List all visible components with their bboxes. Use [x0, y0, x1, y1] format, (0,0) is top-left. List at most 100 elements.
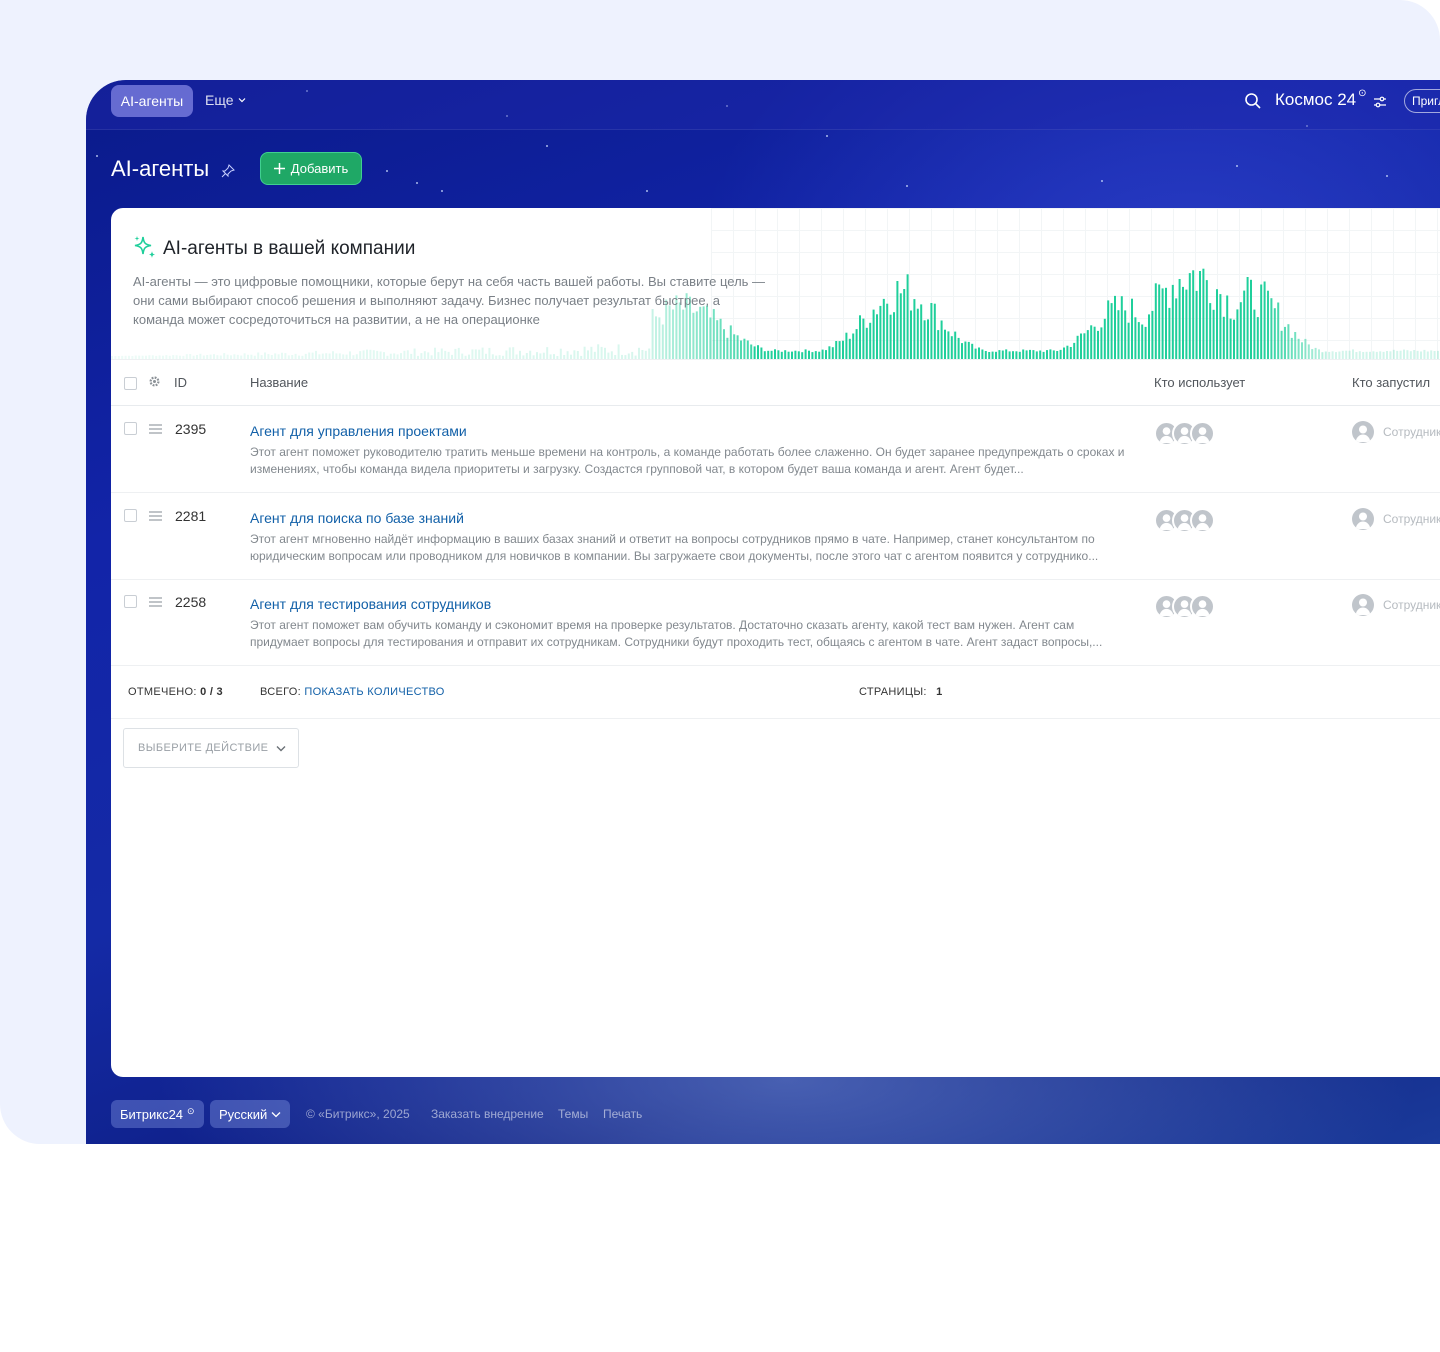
users-avatars[interactable] — [1154, 594, 1216, 620]
show-count-link[interactable]: ПОКАЗАТЬ КОЛИЧЕСТВО — [304, 686, 444, 698]
decorative-bar — [1154, 283, 1157, 359]
decorative-bar — [1301, 342, 1303, 359]
print-link[interactable]: Печать — [603, 1107, 642, 1121]
decorative-bar — [522, 355, 525, 359]
banner-title: AI-агенты в вашей компании — [163, 238, 416, 259]
column-users[interactable]: Кто использует — [1154, 375, 1245, 390]
decorative-bar — [437, 352, 440, 359]
agent-description: Этот агент поможет вам обучить команду и… — [250, 618, 1103, 649]
decorative-bar — [403, 350, 406, 359]
menu-lines-icon[interactable] — [149, 597, 162, 607]
decorative-bar — [848, 338, 851, 359]
decorative-bar — [485, 353, 487, 359]
launched-by[interactable]: Сотрудник — [1352, 594, 1440, 616]
column-name[interactable]: Название — [250, 375, 308, 390]
top-navigation: AI-агенты Еще Космос 24 ⊙ Пригласить — [86, 80, 1440, 130]
decorative-bar — [842, 340, 844, 359]
intro-banner: AI-агенты в вашей компании AI-агенты — э… — [111, 208, 1440, 360]
decorative-bar — [736, 335, 739, 359]
themes-link[interactable]: Темы — [558, 1107, 588, 1121]
decorative-bar — [991, 351, 994, 359]
row-checkbox[interactable] — [124, 422, 137, 435]
more-menu[interactable]: Еще — [205, 92, 246, 108]
decorative-bar — [168, 355, 171, 359]
decorative-bar — [434, 347, 436, 359]
table-row[interactable]: 2258 Агент для тестирования сотрудников Эт… — [111, 579, 1440, 666]
row-checkbox[interactable] — [124, 508, 137, 522]
search-icon[interactable] — [1244, 92, 1262, 110]
decorative-bar — [359, 351, 362, 359]
select-all-checkbox[interactable] — [124, 377, 137, 390]
decorative-bar — [1389, 351, 1392, 359]
decorative-bar — [1107, 300, 1110, 359]
decorative-bar — [1175, 298, 1178, 359]
column-launched-by[interactable]: Кто запустил — [1352, 375, 1430, 390]
decorative-bar — [488, 347, 491, 359]
settings-sliders-icon[interactable] — [1373, 95, 1387, 109]
decorative-bar — [294, 353, 297, 359]
table-row[interactable]: 2281 Агент для поиска по базе знаний Этот … — [111, 493, 1440, 580]
bitrix24-button[interactable]: Битрикс24 ⊙ — [111, 1100, 204, 1128]
chevron-down-icon — [238, 98, 245, 103]
decorative-bar — [1141, 324, 1144, 359]
action-select[interactable]: ВЫБЕРИТЕ ДЕЙСТВИЕ — [123, 728, 299, 768]
decorative-bar — [311, 352, 314, 359]
launched-by[interactable]: Сотрудник — [1352, 507, 1440, 530]
decorative-bar — [1205, 280, 1208, 359]
row-checkbox[interactable] — [124, 595, 137, 608]
decorative-bar — [1049, 349, 1052, 359]
decorative-bar — [1345, 350, 1348, 359]
agent-title-link[interactable]: Агент для тестирования сотрудников — [250, 596, 491, 612]
menu-lines-icon[interactable] — [149, 424, 162, 434]
decorative-bar — [1005, 349, 1008, 359]
decorative-bar — [801, 352, 804, 359]
star — [1236, 165, 1238, 167]
decorative-bar — [556, 356, 559, 359]
decorative-bar — [767, 350, 770, 359]
table-header: ID Название Кто использует Кто запустил — [111, 360, 1440, 406]
decorative-bar — [1012, 351, 1014, 359]
pin-icon[interactable] — [221, 164, 235, 178]
decorative-bar — [202, 355, 205, 359]
users-avatars[interactable] — [1154, 421, 1216, 447]
decorative-bar — [1018, 351, 1021, 359]
decorative-bar — [1219, 294, 1222, 359]
decorative-bar — [117, 356, 120, 359]
agent-title-link[interactable]: Агент для поиска по базе знаний — [250, 510, 464, 526]
page-1-link[interactable]: 1 — [936, 686, 942, 698]
order-implementation-link[interactable]: Заказать внедрение — [431, 1107, 544, 1121]
decorative-bar — [1168, 307, 1171, 359]
column-id[interactable]: ID — [174, 375, 187, 390]
decorative-bar — [927, 319, 929, 359]
invite-button[interactable]: Пригласить — [1404, 89, 1440, 113]
users-avatars[interactable] — [1154, 507, 1216, 534]
menu-lines-icon[interactable] — [149, 510, 162, 521]
language-select[interactable]: Русский — [210, 1100, 291, 1128]
decorative-bar — [389, 353, 392, 359]
add-button[interactable]: Добавить — [260, 152, 362, 185]
decorative-bar — [464, 355, 467, 359]
gear-icon[interactable] — [148, 375, 161, 388]
decorative-bar — [638, 347, 640, 359]
portal-brand[interactable]: Космос 24 ⊙ — [1275, 88, 1367, 110]
decorative-bar — [791, 351, 793, 359]
decorative-bar — [1382, 351, 1385, 359]
decorative-bar — [750, 344, 753, 359]
launched-by[interactable]: Сотрудник — [1352, 421, 1440, 443]
decorative-bar — [213, 354, 215, 359]
decorative-bar — [981, 349, 984, 359]
table-row[interactable]: 2395 Агент для управления проектами Этот а… — [111, 406, 1440, 493]
tab-ai-agents[interactable]: AI-агенты — [111, 85, 193, 117]
bitrix24-label: Битрикс24 — [120, 1106, 184, 1122]
decorative-bar — [862, 318, 865, 359]
decorative-bar — [855, 329, 858, 359]
decorative-bar — [277, 354, 280, 359]
decorative-bar — [461, 353, 464, 359]
decorative-bar — [253, 355, 256, 359]
decorative-bar — [1229, 318, 1232, 359]
decorative-bar — [498, 355, 501, 359]
decorative-bar — [281, 352, 283, 359]
agent-title-link[interactable]: Агент для управления проектами — [250, 423, 467, 439]
decorative-bar — [865, 327, 868, 359]
row-id: 2395 — [175, 421, 207, 437]
